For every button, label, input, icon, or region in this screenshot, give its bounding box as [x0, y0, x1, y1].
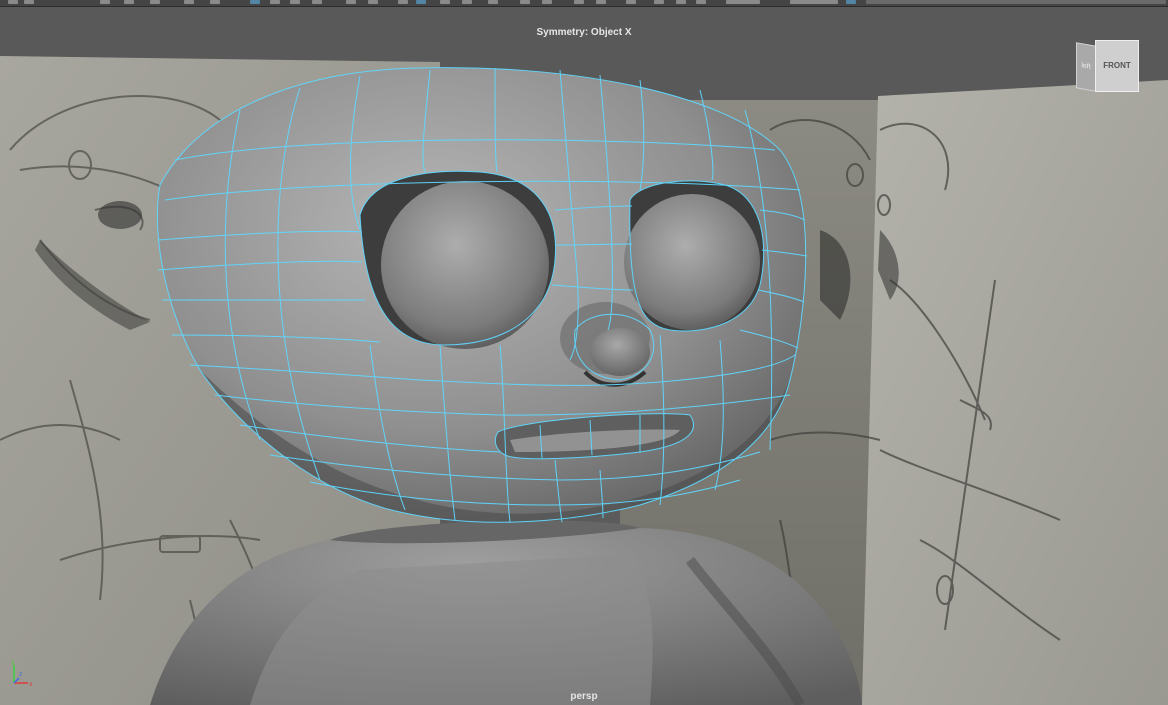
- select-icon[interactable]: [250, 0, 260, 4]
- status-toolbar: [0, 0, 1168, 7]
- tool-icon[interactable]: [488, 0, 498, 4]
- select-icon[interactable]: [124, 0, 134, 4]
- tool-icon[interactable]: [676, 0, 686, 4]
- move-icon[interactable]: [150, 0, 160, 4]
- tool-icon[interactable]: [368, 0, 378, 4]
- tool-icon[interactable]: [574, 0, 584, 4]
- rotate-icon[interactable]: [184, 0, 194, 4]
- tool-icon[interactable]: [8, 0, 18, 4]
- x-axis-label: x: [29, 681, 33, 688]
- view-cube-front-face[interactable]: FRONT: [1095, 40, 1139, 92]
- view-cube[interactable]: left FRONT: [1076, 40, 1140, 94]
- symmetry-icon[interactable]: [846, 0, 856, 4]
- z-axis-label: z: [19, 671, 22, 678]
- scene-canvas[interactable]: [0, 7, 1168, 705]
- symmetry-label: Symmetry: Object X: [536, 27, 632, 38]
- tool-icon[interactable]: [270, 0, 280, 4]
- scale-icon[interactable]: [210, 0, 220, 4]
- perspective-viewport[interactable]: Symmetry: Object X left FRONT y x z pers…: [0, 7, 1168, 705]
- tool-icon[interactable]: [654, 0, 664, 4]
- tool-icon[interactable]: [312, 0, 322, 4]
- tool-icon[interactable]: [542, 0, 552, 4]
- snap-icon[interactable]: [416, 0, 426, 4]
- tool-icon[interactable]: [24, 0, 34, 4]
- tool-icon[interactable]: [440, 0, 450, 4]
- tool-icon[interactable]: [290, 0, 300, 4]
- tool-icon[interactable]: [596, 0, 606, 4]
- axis-gizmo: y x z: [11, 659, 33, 688]
- tool-icon[interactable]: [626, 0, 636, 4]
- tool-icon[interactable]: [696, 0, 706, 4]
- tool-icon[interactable]: [462, 0, 472, 4]
- tool-icon[interactable]: [100, 0, 110, 4]
- snap-icon[interactable]: [398, 0, 408, 4]
- tool-icon[interactable]: [520, 0, 530, 4]
- camera-label: persp: [570, 691, 598, 702]
- tool-icon[interactable]: [790, 0, 838, 4]
- tool-icon[interactable]: [866, 0, 1166, 4]
- y-axis-label: y: [11, 659, 15, 666]
- view-cube-left-face[interactable]: left: [1076, 42, 1096, 92]
- tool-icon[interactable]: [726, 0, 760, 4]
- tool-icon[interactable]: [346, 0, 356, 4]
